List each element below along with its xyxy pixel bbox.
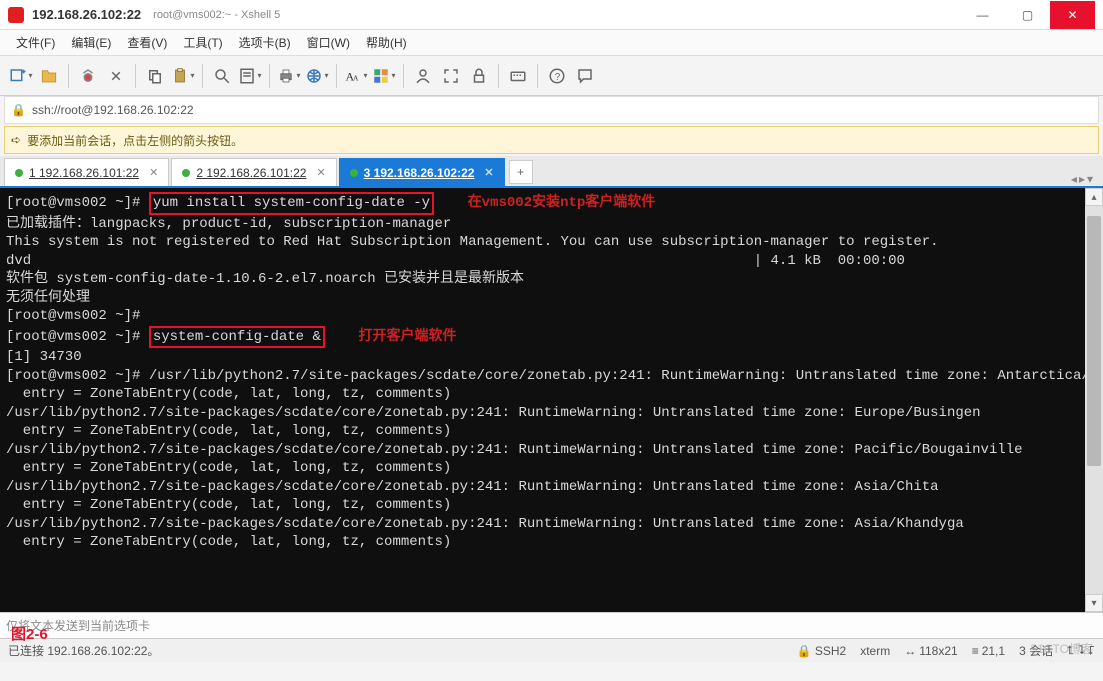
svg-text:A: A: [353, 73, 359, 82]
status-bar: 已连接 192.168.26.102:22。 🔒 SSH2 xterm ↔ 11…: [0, 638, 1103, 662]
window-subtitle: root@vms002:~ - Xshell 5: [153, 9, 280, 21]
window-controls: — ▢ ✕: [960, 1, 1095, 29]
copy-icon[interactable]: [142, 63, 168, 89]
compose-bar[interactable]: 仅将文本发送到当前选项卡: [0, 612, 1103, 638]
session-tab-1[interactable]: 1 192.168.26.101:22 ✕: [4, 158, 169, 186]
hint-text: 要添加当前会话，点击左侧的箭头按钮。: [27, 132, 243, 149]
status-dot-icon: [350, 169, 358, 177]
minimize-button[interactable]: —: [960, 1, 1005, 29]
tab-label: 3 192.168.26.102:22: [364, 166, 475, 180]
disconnect-icon[interactable]: [103, 63, 129, 89]
menu-file[interactable]: 文件(F): [8, 30, 63, 55]
scroll-up-icon[interactable]: ▴: [1085, 188, 1103, 206]
keyboard-icon[interactable]: [505, 63, 531, 89]
menu-bar: 文件(F) 编辑(E) 查看(V) 工具(T) 选项卡(B) 窗口(W) 帮助(…: [0, 30, 1103, 56]
session-tab-2[interactable]: 2 192.168.26.101:22 ✕: [171, 158, 336, 186]
tab-bar: 1 192.168.26.101:22 ✕ 2 192.168.26.101:22…: [0, 156, 1103, 188]
menu-help[interactable]: 帮助(H): [358, 30, 415, 55]
status-size: ↔ 118x21: [904, 644, 957, 658]
close-tab-icon[interactable]: ✕: [316, 166, 325, 179]
separator: [403, 64, 404, 88]
open-icon[interactable]: [36, 63, 62, 89]
user-icon[interactable]: [410, 63, 436, 89]
highlight-cmd2: system-config-date &: [149, 326, 325, 349]
separator: [202, 64, 203, 88]
menu-tools[interactable]: 工具(T): [175, 30, 230, 55]
menu-view[interactable]: 查看(V): [119, 30, 175, 55]
menu-window[interactable]: 窗口(W): [299, 30, 358, 55]
fullscreen-icon[interactable]: [438, 63, 464, 89]
new-session-icon[interactable]: ▾: [8, 63, 34, 89]
figure-label: 图2-6: [8, 622, 51, 645]
terminal[interactable]: [root@vms002 ~]# yum install system-conf…: [0, 188, 1085, 612]
annotation-2: 打开客户端软件: [358, 329, 456, 345]
lock-small-icon: 🔒: [11, 103, 26, 117]
status-dot-icon: [182, 169, 190, 177]
status-cursor: ≡ 21,1: [972, 644, 1005, 658]
tab-label: 2 192.168.26.101:22: [196, 166, 306, 180]
print-icon[interactable]: ▾: [276, 63, 302, 89]
tab-list-icon[interactable]: ▾: [1087, 172, 1093, 186]
separator: [336, 64, 337, 88]
lock-icon[interactable]: [466, 63, 492, 89]
scrollbar[interactable]: ▴ ▾: [1085, 188, 1103, 612]
separator: [498, 64, 499, 88]
separator: [269, 64, 270, 88]
menu-tabs[interactable]: 选项卡(B): [231, 30, 299, 55]
tool-bar: ▾ ▾ ▾ ▾ ▾ AA▾ ▾ ?: [0, 56, 1103, 96]
globe-icon[interactable]: ▾: [304, 63, 330, 89]
color-icon[interactable]: ▾: [371, 63, 397, 89]
tab-nav: ◂ ▸ ▾: [1071, 172, 1099, 186]
close-button[interactable]: ✕: [1050, 1, 1095, 29]
status-dot-icon: [15, 169, 23, 177]
close-tab-icon[interactable]: ✕: [149, 166, 158, 179]
status-term: xterm: [860, 644, 890, 658]
menu-edit[interactable]: 编辑(E): [63, 30, 119, 55]
scroll-thumb[interactable]: [1087, 216, 1101, 466]
add-tab-button[interactable]: +: [509, 160, 533, 184]
status-ssh: 🔒 SSH2: [797, 644, 846, 658]
comment-icon[interactable]: [572, 63, 598, 89]
address-bar[interactable]: 🔒 ssh://root@192.168.26.102:22: [4, 96, 1099, 124]
title-bar: 192.168.26.102:22 root@vms002:~ - Xshell…: [0, 0, 1103, 30]
app-icon: [8, 7, 24, 23]
properties-icon[interactable]: ▾: [237, 63, 263, 89]
svg-text:?: ?: [555, 71, 561, 82]
highlight-cmd1: yum install system-config-date -y: [149, 192, 434, 215]
separator: [68, 64, 69, 88]
scroll-down-icon[interactable]: ▾: [1085, 594, 1103, 612]
terminal-area: [root@vms002 ~]# yum install system-conf…: [0, 188, 1103, 612]
find-icon[interactable]: [209, 63, 235, 89]
annotation-1: 在vms002安装ntp客户端软件: [468, 195, 656, 211]
hint-bar: ➪ 要添加当前会话，点击左侧的箭头按钮。: [4, 126, 1099, 154]
window-title: 192.168.26.102:22: [32, 7, 141, 22]
scroll-track[interactable]: [1085, 206, 1103, 594]
help-icon[interactable]: ?: [544, 63, 570, 89]
close-tab-icon[interactable]: ✕: [484, 166, 493, 179]
paste-icon[interactable]: ▾: [170, 63, 196, 89]
arrow-icon[interactable]: ➪: [11, 133, 21, 147]
maximize-button[interactable]: ▢: [1005, 1, 1050, 29]
separator: [537, 64, 538, 88]
tab-prev-icon[interactable]: ◂: [1071, 172, 1077, 186]
tab-label: 1 192.168.26.101:22: [29, 166, 139, 180]
address-text: ssh://root@192.168.26.102:22: [32, 103, 194, 117]
separator: [135, 64, 136, 88]
reconnect-icon[interactable]: [75, 63, 101, 89]
session-tab-3[interactable]: 3 192.168.26.102:22 ✕: [339, 158, 505, 186]
watermark: 51CTO博客: [1031, 640, 1093, 657]
font-icon[interactable]: AA▾: [343, 63, 369, 89]
tab-next-icon[interactable]: ▸: [1079, 172, 1085, 186]
